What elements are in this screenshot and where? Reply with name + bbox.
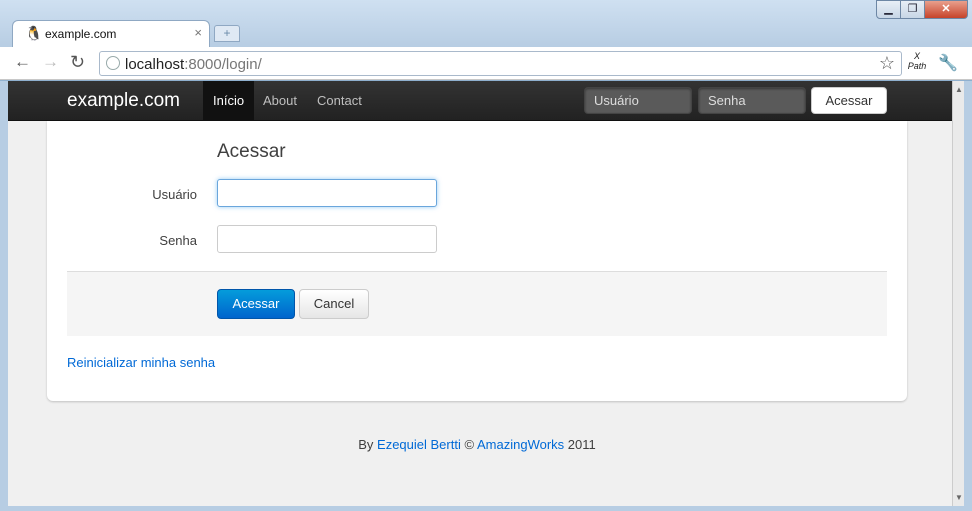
reset-password-link[interactable]: Reinicializar minha senha: [67, 355, 215, 370]
url-path: :8000/login/: [184, 56, 262, 73]
site-topbar: example.com Início About Contact Usuário…: [8, 81, 952, 121]
star-icon[interactable]: ☆: [879, 53, 895, 74]
page-viewport: example.com Início About Contact Usuário…: [8, 81, 952, 506]
reload-icon[interactable]: ↻: [70, 52, 85, 73]
window-frame-bottom: [0, 506, 972, 511]
submit-button[interactable]: Acessar: [217, 289, 295, 319]
xpath-extension-icon[interactable]: X Path: [906, 51, 928, 71]
topbar-login-button[interactable]: Acessar: [811, 87, 887, 114]
wrench-icon[interactable]: 🔧: [938, 53, 958, 73]
vertical-scrollbar[interactable]: ▲ ▼: [952, 81, 964, 506]
window-close-button[interactable]: ✕: [924, 0, 968, 19]
back-arrow-icon[interactable]: ←: [14, 52, 31, 72]
footer-year: 2011: [567, 437, 596, 452]
page-footer: By Ezequiel Bertti © AmazingWorks 2011: [8, 437, 946, 452]
address-bar[interactable]: localhost:8000/login/ ☆: [99, 51, 902, 76]
tab-close-icon[interactable]: ×: [194, 25, 202, 40]
scroll-up-icon[interactable]: ▲: [955, 85, 963, 94]
xpath-x: X: [913, 51, 920, 61]
nav-link-inicio[interactable]: Início: [203, 81, 255, 121]
forward-arrow-icon[interactable]: →: [42, 52, 59, 72]
footer-copyright: ©: [464, 437, 475, 452]
browser-toolbar: ← → ↻ localhost:8000/login/ ☆: [0, 47, 972, 80]
cancel-button[interactable]: Cancel: [299, 289, 369, 319]
form-legend: Acessar: [217, 141, 286, 162]
username-input[interactable]: [217, 179, 437, 207]
nav-link-contact[interactable]: Contact: [307, 81, 372, 121]
topbar-username-input[interactable]: Usuário: [584, 87, 692, 114]
window-maximize-button[interactable]: ❐: [900, 0, 925, 19]
window-titlebar: 🐧 example.com × + ▁ ❐ ✕: [0, 0, 972, 47]
scroll-down-icon[interactable]: ▼: [955, 493, 963, 502]
url-text: localhost:8000/login/: [125, 56, 262, 73]
footer-by: By: [358, 437, 374, 452]
password-label: Senha: [159, 233, 197, 248]
globe-icon: [106, 56, 120, 70]
window-frame-right: [964, 81, 972, 511]
tab-title: example.com: [45, 27, 117, 41]
form-actions: Acessar Cancel: [67, 271, 887, 336]
xpath-path: Path: [907, 61, 927, 71]
tux-icon: 🐧: [25, 25, 43, 41]
username-label: Usuário: [152, 187, 197, 202]
nav-link-about[interactable]: About: [253, 81, 307, 121]
window-frame-left: [0, 81, 8, 511]
site-brand[interactable]: example.com: [67, 90, 180, 112]
login-panel: Acessar Usuário Senha Acessar Cancel Rei…: [47, 121, 907, 401]
new-tab-button[interactable]: +: [214, 25, 240, 42]
url-host: localhost: [125, 56, 185, 73]
footer-company-link[interactable]: AmazingWorks: [477, 437, 564, 452]
browser-tab[interactable]: 🐧 example.com ×: [12, 20, 210, 47]
topbar-password-input[interactable]: Senha: [698, 87, 806, 114]
password-input[interactable]: [217, 225, 437, 253]
window-minimize-button[interactable]: ▁: [876, 0, 901, 19]
footer-author-link[interactable]: Ezequiel Bertti: [377, 437, 461, 452]
